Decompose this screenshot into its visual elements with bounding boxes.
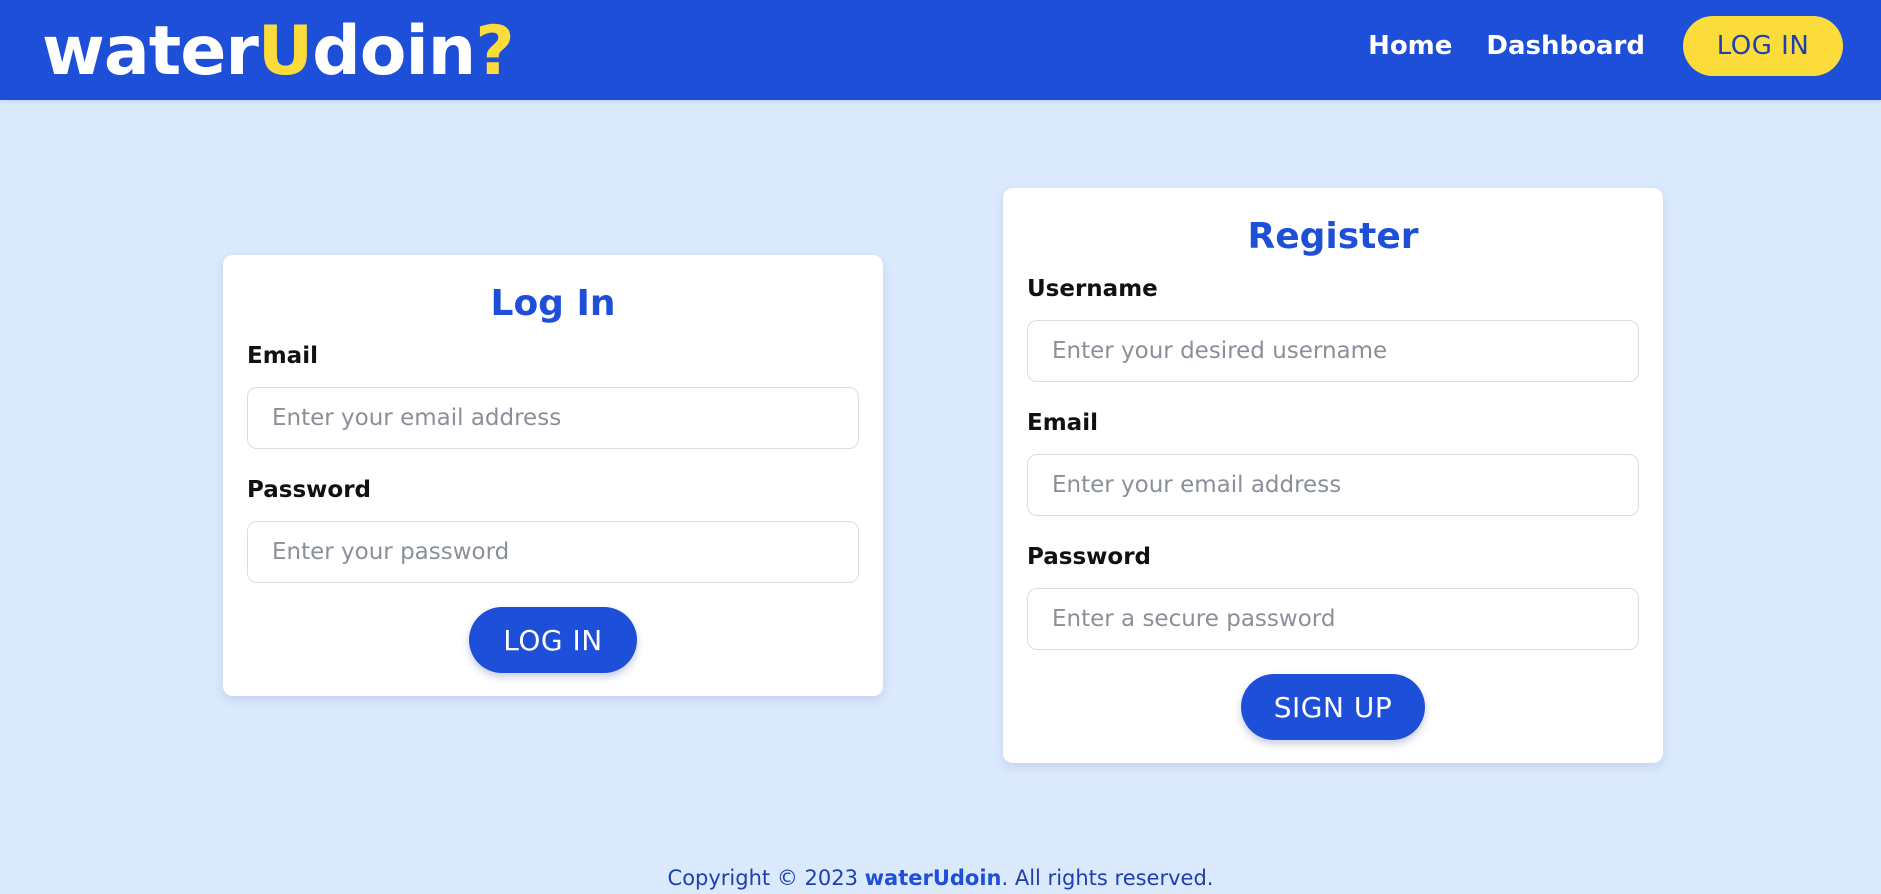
- register-title: Register: [1247, 216, 1419, 257]
- page-footer: Copyright © 2023 waterUdoin. All rights …: [0, 866, 1881, 890]
- login-password-label: Password: [247, 477, 371, 503]
- nav-link-dashboard[interactable]: Dashboard: [1486, 31, 1645, 61]
- logo-question-mark: ?: [475, 12, 514, 91]
- logo-text-doin: doin: [312, 12, 476, 91]
- register-password-label: Password: [1027, 544, 1151, 570]
- logo-text-u: U: [257, 12, 313, 91]
- login-email-label: Email: [247, 343, 318, 369]
- register-submit-button[interactable]: SIGN UP: [1241, 674, 1425, 740]
- main-nav: Home Dashboard LOG IN: [1368, 16, 1843, 76]
- footer-rights-text: . All rights reserved.: [1001, 866, 1214, 890]
- register-username-label: Username: [1027, 276, 1158, 302]
- login-password-input[interactable]: [247, 521, 859, 583]
- login-title: Log In: [490, 283, 616, 324]
- logo-text-water: water: [42, 12, 259, 91]
- login-email-input[interactable]: [247, 387, 859, 449]
- register-password-input[interactable]: [1027, 588, 1639, 650]
- footer-brand: waterUdoin: [864, 866, 1002, 890]
- register-email-input[interactable]: [1027, 454, 1639, 516]
- login-card: Log In Email Password LOG IN: [223, 255, 883, 696]
- register-card: Register Username Email Password SIGN UP: [1003, 188, 1663, 763]
- top-navbar: waterUdoin? Home Dashboard LOG IN: [0, 0, 1881, 100]
- site-logo[interactable]: waterUdoin?: [42, 8, 515, 96]
- nav-link-home[interactable]: Home: [1368, 31, 1452, 61]
- footer-copyright-text: Copyright © 2023: [667, 866, 865, 890]
- login-submit-button[interactable]: LOG IN: [469, 607, 637, 673]
- nav-login-button[interactable]: LOG IN: [1683, 16, 1843, 76]
- register-username-input[interactable]: [1027, 320, 1639, 382]
- register-email-label: Email: [1027, 410, 1098, 436]
